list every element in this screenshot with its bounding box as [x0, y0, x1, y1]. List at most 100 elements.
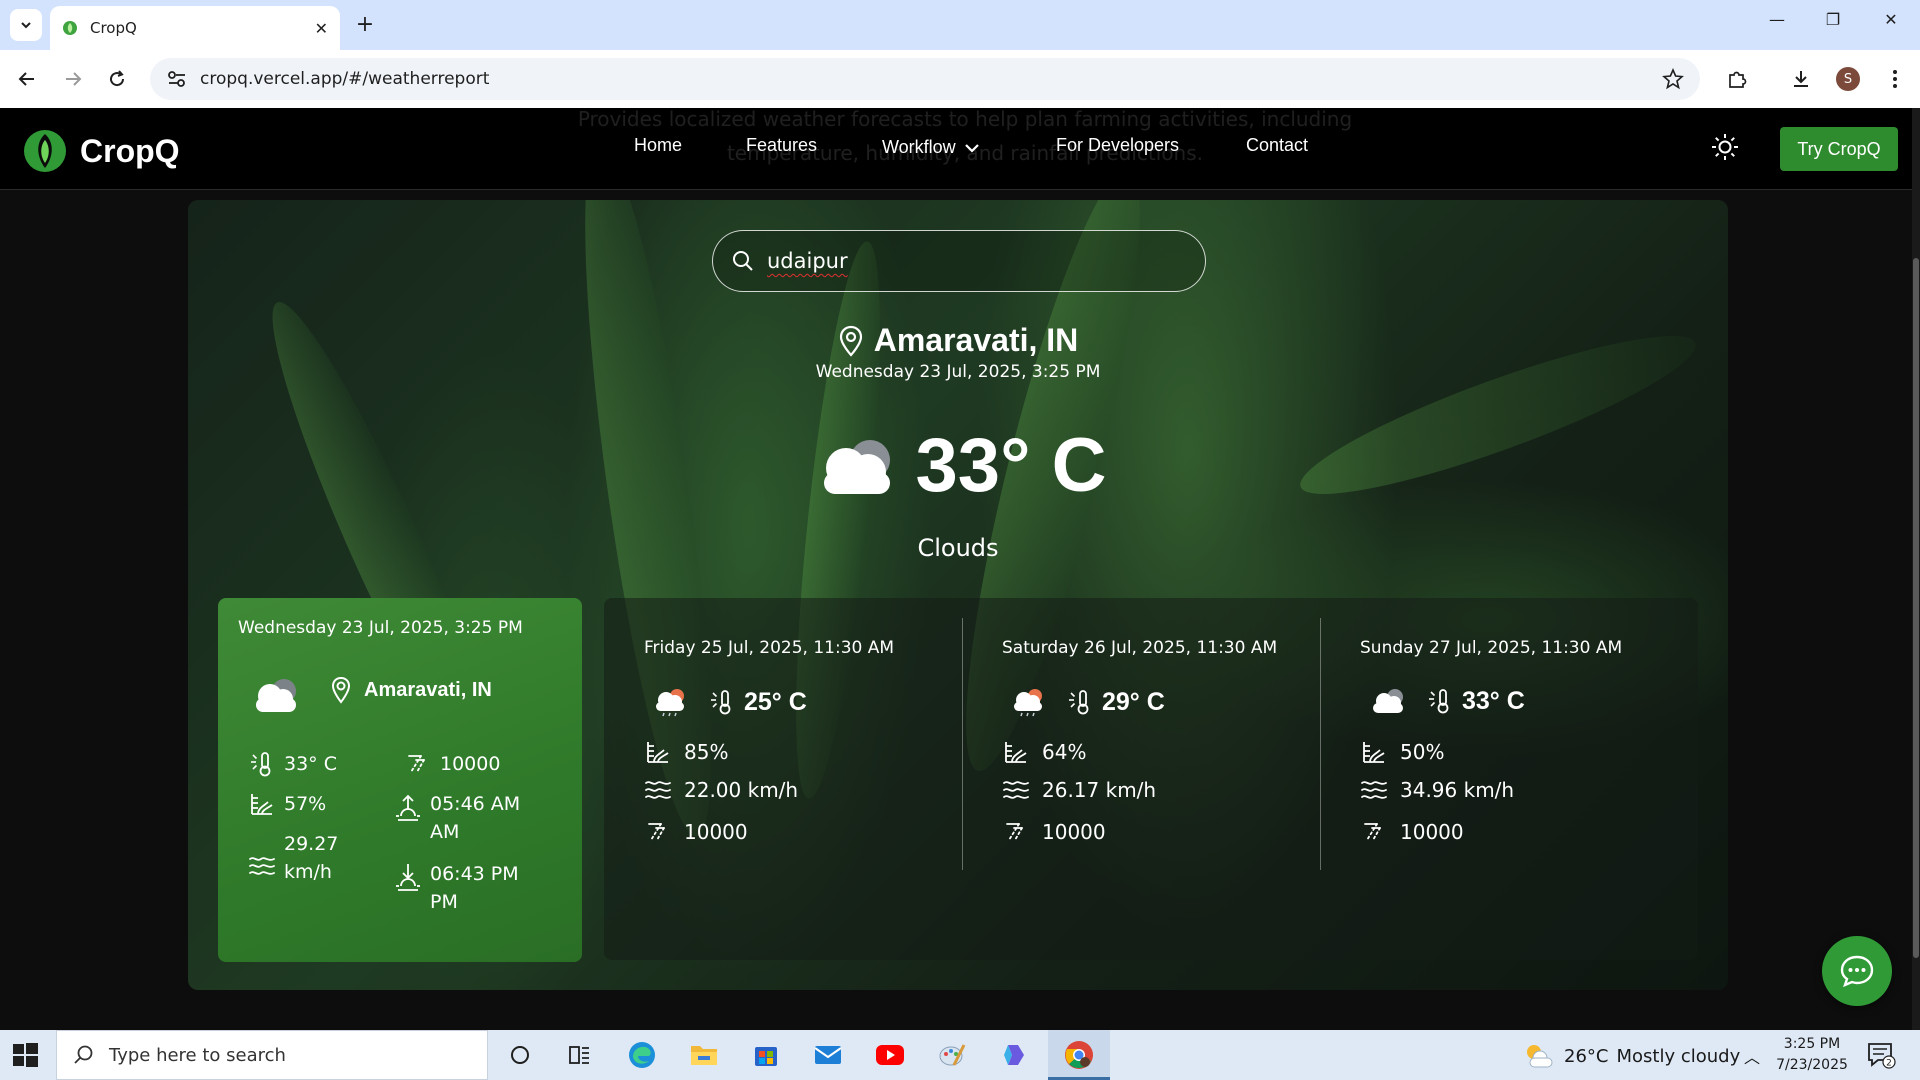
card-sunrise: 05:46 AM AM: [394, 790, 520, 846]
card-wind-value: 29.27: [284, 833, 339, 855]
wind-icon: [1361, 781, 1387, 799]
card-sunset-time: 06:43 PM: [430, 863, 519, 885]
scrollbar-thumb[interactable]: [1913, 258, 1919, 958]
current-temperature-row: 33° C: [188, 422, 1728, 509]
card-location-name: Amaravati, IN: [364, 678, 492, 701]
chat-bot-button[interactable]: [1822, 936, 1892, 1006]
theme-toggle-sun-icon[interactable]: [1710, 132, 1740, 162]
forecast-humidity: 64%: [1002, 738, 1086, 766]
card-sunrise-time: 05:46 AM: [430, 793, 521, 815]
bookmark-star-icon[interactable]: [1662, 68, 1684, 90]
forecast-visibility: 10000: [1002, 818, 1106, 846]
back-button[interactable]: [12, 64, 42, 94]
windows-start-icon[interactable]: [10, 1040, 40, 1070]
profile-avatar[interactable]: S: [1836, 67, 1860, 91]
notification-center-icon[interactable]: 2: [1866, 1040, 1896, 1070]
copilot-icon: [1004, 1045, 1024, 1065]
download-icon: [1794, 71, 1808, 87]
drizzle-icon: [408, 755, 425, 773]
nav-home[interactable]: Home: [634, 135, 682, 156]
forecast-visibility-value: 10000: [684, 820, 748, 844]
taskbar-chrome-active[interactable]: [1048, 1030, 1110, 1080]
tab-close-icon[interactable]: ✕: [315, 19, 328, 38]
task-view-button[interactable]: [564, 1039, 596, 1071]
nav-workflow[interactable]: Workflow: [882, 137, 980, 158]
minimize-button[interactable]: —: [1762, 10, 1792, 29]
nav-for-developers[interactable]: For Developers: [1056, 135, 1179, 156]
taskbar-store[interactable]: [750, 1039, 782, 1071]
browser-tab-bar: CropQ ✕ + — ❐ ✕: [0, 0, 1920, 50]
card-wind-unit: km/h: [284, 861, 332, 883]
browser-menu-button[interactable]: [1880, 64, 1910, 94]
drizzle-icon: [1006, 823, 1023, 841]
humidity-icon: [251, 794, 273, 815]
taskbar-file-explorer[interactable]: [688, 1039, 720, 1071]
hero-ghost-text: Provides localized weather forecasts to …: [577, 107, 1353, 165]
city-search-input[interactable]: udaipur: [712, 230, 1206, 292]
downloads-button[interactable]: [1786, 64, 1816, 94]
puzzle-icon: [1729, 71, 1747, 88]
forecast-visibility: 10000: [644, 818, 748, 846]
sunrise-icon: [396, 794, 420, 821]
taskbar-search-box[interactable]: Type here to search: [56, 1030, 488, 1080]
card-sunset-ampm: PM: [430, 891, 458, 913]
reload-icon: [110, 70, 125, 87]
reload-button[interactable]: [102, 64, 132, 94]
weather-condition: Clouds: [917, 534, 999, 562]
location-name: Amaravati, IN: [873, 322, 1079, 358]
forecast-day: Friday 25 Jul, 2025, 11:30 AM 25° C 85% …: [604, 598, 962, 960]
forecast-humidity-value: 85%: [684, 740, 729, 764]
nav-contact[interactable]: Contact: [1246, 135, 1308, 156]
taskbar-weather-text: Mostly cloudy: [1616, 1045, 1741, 1067]
taskbar-youtube[interactable]: [874, 1039, 906, 1071]
arrow-left-icon: [18, 72, 34, 86]
paint-brush-icon: [939, 1044, 966, 1066]
try-cropq-button[interactable]: Try CropQ: [1780, 127, 1898, 171]
wind-icon: [249, 857, 275, 875]
new-tab-button[interactable]: +: [352, 12, 378, 38]
taskbar-weather-widget[interactable]: 26°C Mostly cloudy: [1522, 1042, 1740, 1070]
tab-search-button[interactable]: [10, 9, 42, 41]
close-window-button[interactable]: ✕: [1876, 10, 1906, 29]
taskbar-clock[interactable]: 3:25 PM 7/23/2025: [1766, 1034, 1858, 1076]
taskbar-date: 7/23/2025: [1776, 1057, 1848, 1073]
browser-tab-active[interactable]: CropQ ✕: [50, 6, 340, 50]
sunset-icon: [396, 864, 420, 891]
forecast-humidity-value: 64%: [1042, 740, 1087, 764]
search-icon: [74, 1045, 93, 1064]
cortana-button[interactable]: [504, 1039, 536, 1071]
forecast-temperature: 29° C: [1010, 686, 1165, 718]
chevron-down-icon: [21, 22, 31, 29]
card-temperature: 33° C: [248, 750, 337, 778]
chat-bubble-icon: [1840, 955, 1874, 988]
card-wind: 29.27 km/h: [248, 830, 338, 886]
nav-features[interactable]: Features: [746, 135, 817, 156]
card-location: Amaravati, IN: [330, 676, 492, 704]
page-scrollbar[interactable]: [1912, 108, 1920, 1030]
current-temperature: 33° C: [915, 423, 1107, 508]
brand-logo[interactable]: CropQ: [22, 128, 180, 174]
card-sunrise-ampm: AM: [430, 821, 460, 843]
forward-button[interactable]: [58, 64, 88, 94]
forecast-day: Saturday 26 Jul, 2025, 11:30 AM 29° C 64…: [962, 598, 1320, 960]
extensions-button[interactable]: [1722, 64, 1752, 94]
taskbar-paint[interactable]: [936, 1039, 968, 1071]
forecast-visibility-value: 10000: [1400, 820, 1464, 844]
forecast-wind-value: 34.96 km/h: [1400, 778, 1515, 802]
location-heading: Amaravati, IN: [188, 322, 1728, 359]
forecast-temperature-value: 29° C: [1102, 687, 1165, 716]
windows-taskbar: Type here to search 26°C Mostly cloudy ︿…: [0, 1030, 1920, 1080]
map-pin-icon: [839, 325, 862, 357]
taskbar-edge[interactable]: [626, 1039, 658, 1071]
humidity-icon: [1005, 742, 1027, 763]
site-info-icon[interactable]: [166, 68, 188, 90]
show-hidden-icons-chevron-icon[interactable]: ︿: [1744, 1044, 1760, 1068]
restore-button[interactable]: ❐: [1818, 10, 1848, 29]
forecast-temperature: 33° C: [1368, 686, 1525, 716]
address-bar[interactable]: cropq.vercel.app/#/weatherreport: [150, 58, 1700, 100]
card-date: Wednesday 23 Jul, 2025, 3:25 PM: [238, 618, 523, 638]
taskbar-copilot[interactable]: [998, 1039, 1030, 1071]
browser-toolbar: cropq.vercel.app/#/weatherreport: [0, 50, 1920, 108]
taskbar-mail[interactable]: [812, 1039, 844, 1071]
wind-icon: [1003, 781, 1029, 799]
